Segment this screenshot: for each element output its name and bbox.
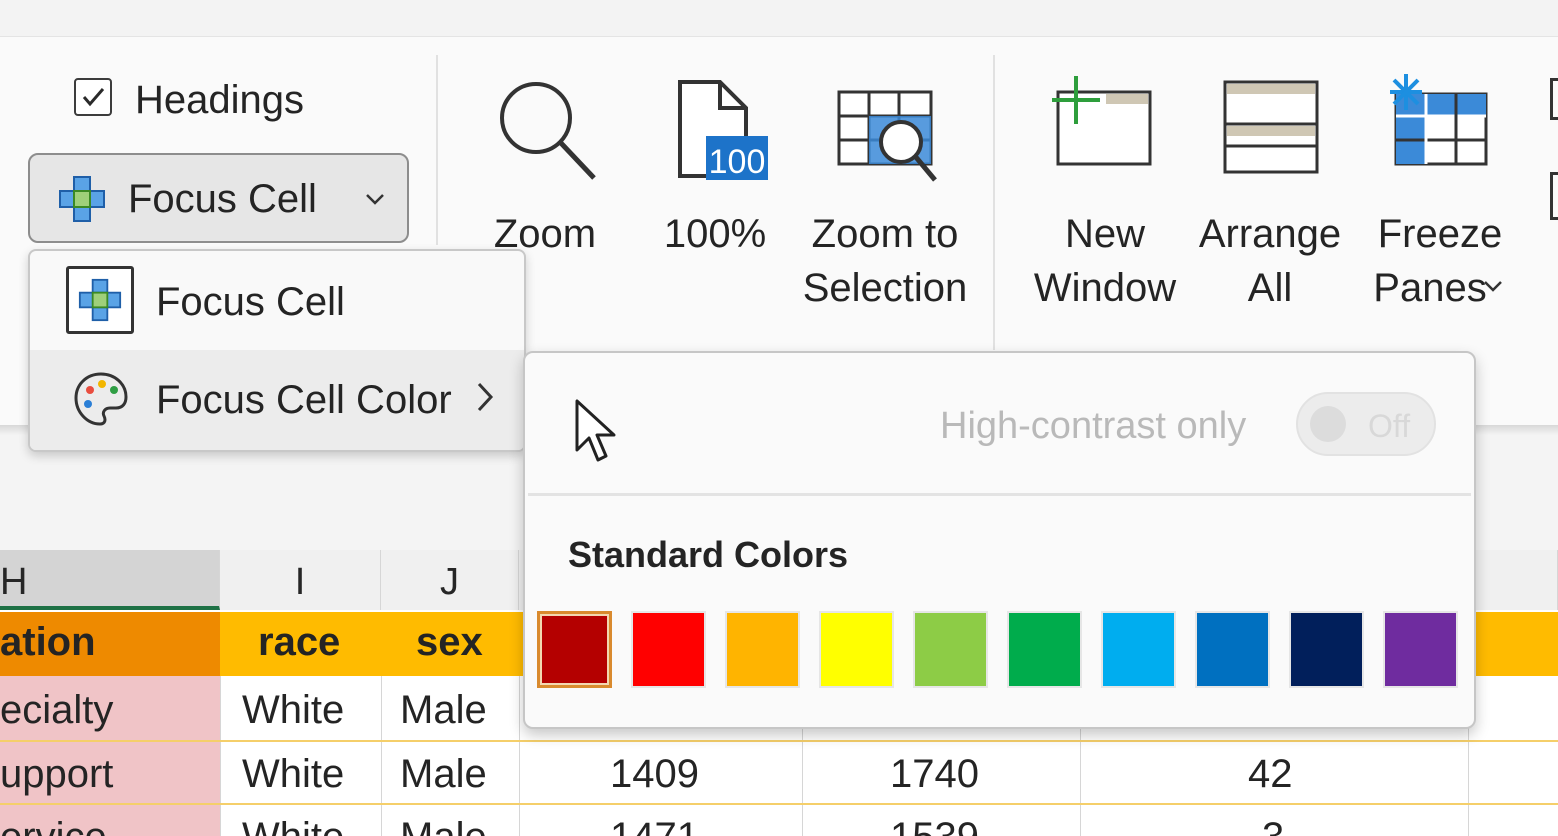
column-header-label: J	[440, 561, 459, 603]
chevron-down-icon[interactable]	[364, 191, 386, 207]
column-header-label: H	[0, 561, 28, 603]
chevron-down-icon	[1484, 281, 1502, 292]
chevron-right-icon	[477, 382, 494, 412]
table-cell[interactable]: 1471	[610, 815, 699, 836]
color-swatch-light-blue[interactable]	[1101, 611, 1176, 688]
zoom-selection-icon	[837, 90, 937, 182]
arrange-all-label-1: Arrange	[1198, 212, 1342, 256]
color-swatch-red[interactable]	[631, 611, 706, 688]
column-header-h[interactable]: H	[0, 550, 220, 610]
focus-cell-icon	[59, 176, 105, 222]
table-cell[interactable]: 42	[1248, 752, 1293, 797]
group-separator	[993, 55, 995, 350]
arrange-all-icon	[1223, 80, 1319, 174]
focus-cell-icon	[78, 278, 122, 322]
table-cell[interactable]: ervice	[0, 815, 107, 836]
new-window-label-2: Window	[1033, 266, 1177, 310]
zoom-to-selection-button[interactable]: Zoom to Selection	[795, 70, 975, 320]
page-100-icon-text: 100	[708, 143, 766, 181]
freeze-panes-label-2: Panes	[1373, 266, 1487, 310]
new-window-button[interactable]: New Window	[1020, 70, 1190, 320]
flyout-divider	[528, 493, 1471, 496]
table-cell[interactable]: Male	[400, 688, 487, 733]
zoom-to-selection-label-2: Selection	[802, 266, 968, 310]
color-swatch-orange[interactable]	[725, 611, 800, 688]
arrange-all-button[interactable]: Arrange All	[1195, 70, 1345, 320]
hide-icon-partial[interactable]	[1550, 172, 1558, 220]
menu-item-focus-cell[interactable]: Focus Cell	[30, 252, 524, 350]
table-row-partial: ervice White Male 1471 1539 3	[0, 805, 1558, 836]
headings-checkbox[interactable]	[74, 78, 112, 116]
zoom-100-button[interactable]: 100 100%	[650, 70, 780, 320]
new-window-icon	[1052, 76, 1152, 166]
table-cell[interactable]: upport	[0, 752, 113, 797]
mouse-cursor-icon	[575, 399, 616, 462]
color-swatch-dark-red[interactable]	[537, 611, 612, 688]
color-swatch-purple[interactable]	[1383, 611, 1458, 688]
color-swatch-green[interactable]	[1007, 611, 1082, 688]
column-header-label: I	[294, 561, 306, 603]
header-cell-race[interactable]: race	[258, 620, 340, 665]
zoom-to-selection-label-1: Zoom to	[811, 212, 959, 256]
new-window-label-1: New	[1064, 212, 1146, 256]
color-swatch-blue[interactable]	[1195, 611, 1270, 688]
split-icon-partial[interactable]	[1550, 78, 1558, 120]
menu-item-label: Focus Cell Color	[156, 378, 452, 422]
color-swatch-yellow[interactable]	[819, 611, 894, 688]
group-separator	[436, 55, 438, 245]
focus-cell-split-button[interactable]: Focus Cell	[28, 153, 409, 243]
color-swatch-light-green[interactable]	[913, 611, 988, 688]
freeze-panes-label-1: Freeze	[1377, 212, 1503, 256]
table-cell[interactable]: Male	[400, 752, 487, 797]
high-contrast-label: High-contrast only	[940, 405, 1247, 447]
freeze-panes-icon	[1390, 74, 1488, 166]
palette-icon	[74, 372, 128, 426]
focus-cell-label: Focus Cell	[128, 177, 317, 221]
headings-label: Headings	[135, 78, 305, 122]
column-header-i[interactable]: I	[220, 550, 381, 610]
toggle-state-label: Off	[1368, 408, 1411, 444]
table-cell[interactable]: 3	[1262, 815, 1284, 836]
focus-cell-menu-icon-frame	[66, 266, 134, 334]
freeze-panes-button[interactable]: Freeze Panes	[1360, 70, 1520, 320]
high-contrast-toggle[interactable]: Off	[1296, 392, 1436, 456]
table-cell[interactable]: 1539	[890, 815, 979, 836]
color-swatch-dark-blue[interactable]	[1289, 611, 1364, 688]
table-cell[interactable]: Male	[400, 815, 487, 836]
row-border	[0, 740, 1558, 742]
standard-colors-title: Standard Colors	[568, 534, 849, 575]
magnifier-icon	[500, 82, 596, 180]
menu-item-label: Focus Cell	[156, 280, 345, 324]
table-cell[interactable]: White	[242, 752, 344, 797]
table-cell[interactable]: White	[242, 688, 344, 733]
table-cell[interactable]: ecialty	[0, 688, 113, 733]
toggle-knob	[1310, 406, 1346, 442]
arrange-all-label-2: All	[1247, 266, 1293, 310]
checkmark-icon	[82, 88, 105, 107]
header-cell-text: ation	[0, 620, 96, 664]
header-cell-sex[interactable]: sex	[416, 620, 483, 665]
header-cell-occupation[interactable]: ation	[0, 612, 220, 676]
table-cell[interactable]: 1740	[890, 752, 979, 797]
table-cell[interactable]: 1409	[610, 752, 699, 797]
menu-item-focus-cell-color[interactable]: Focus Cell Color	[30, 350, 524, 450]
zoom-100-label: 100%	[663, 212, 767, 256]
column-header-j[interactable]: J	[381, 550, 519, 610]
table-cell[interactable]: White	[242, 815, 344, 836]
title-bar	[0, 0, 1558, 37]
